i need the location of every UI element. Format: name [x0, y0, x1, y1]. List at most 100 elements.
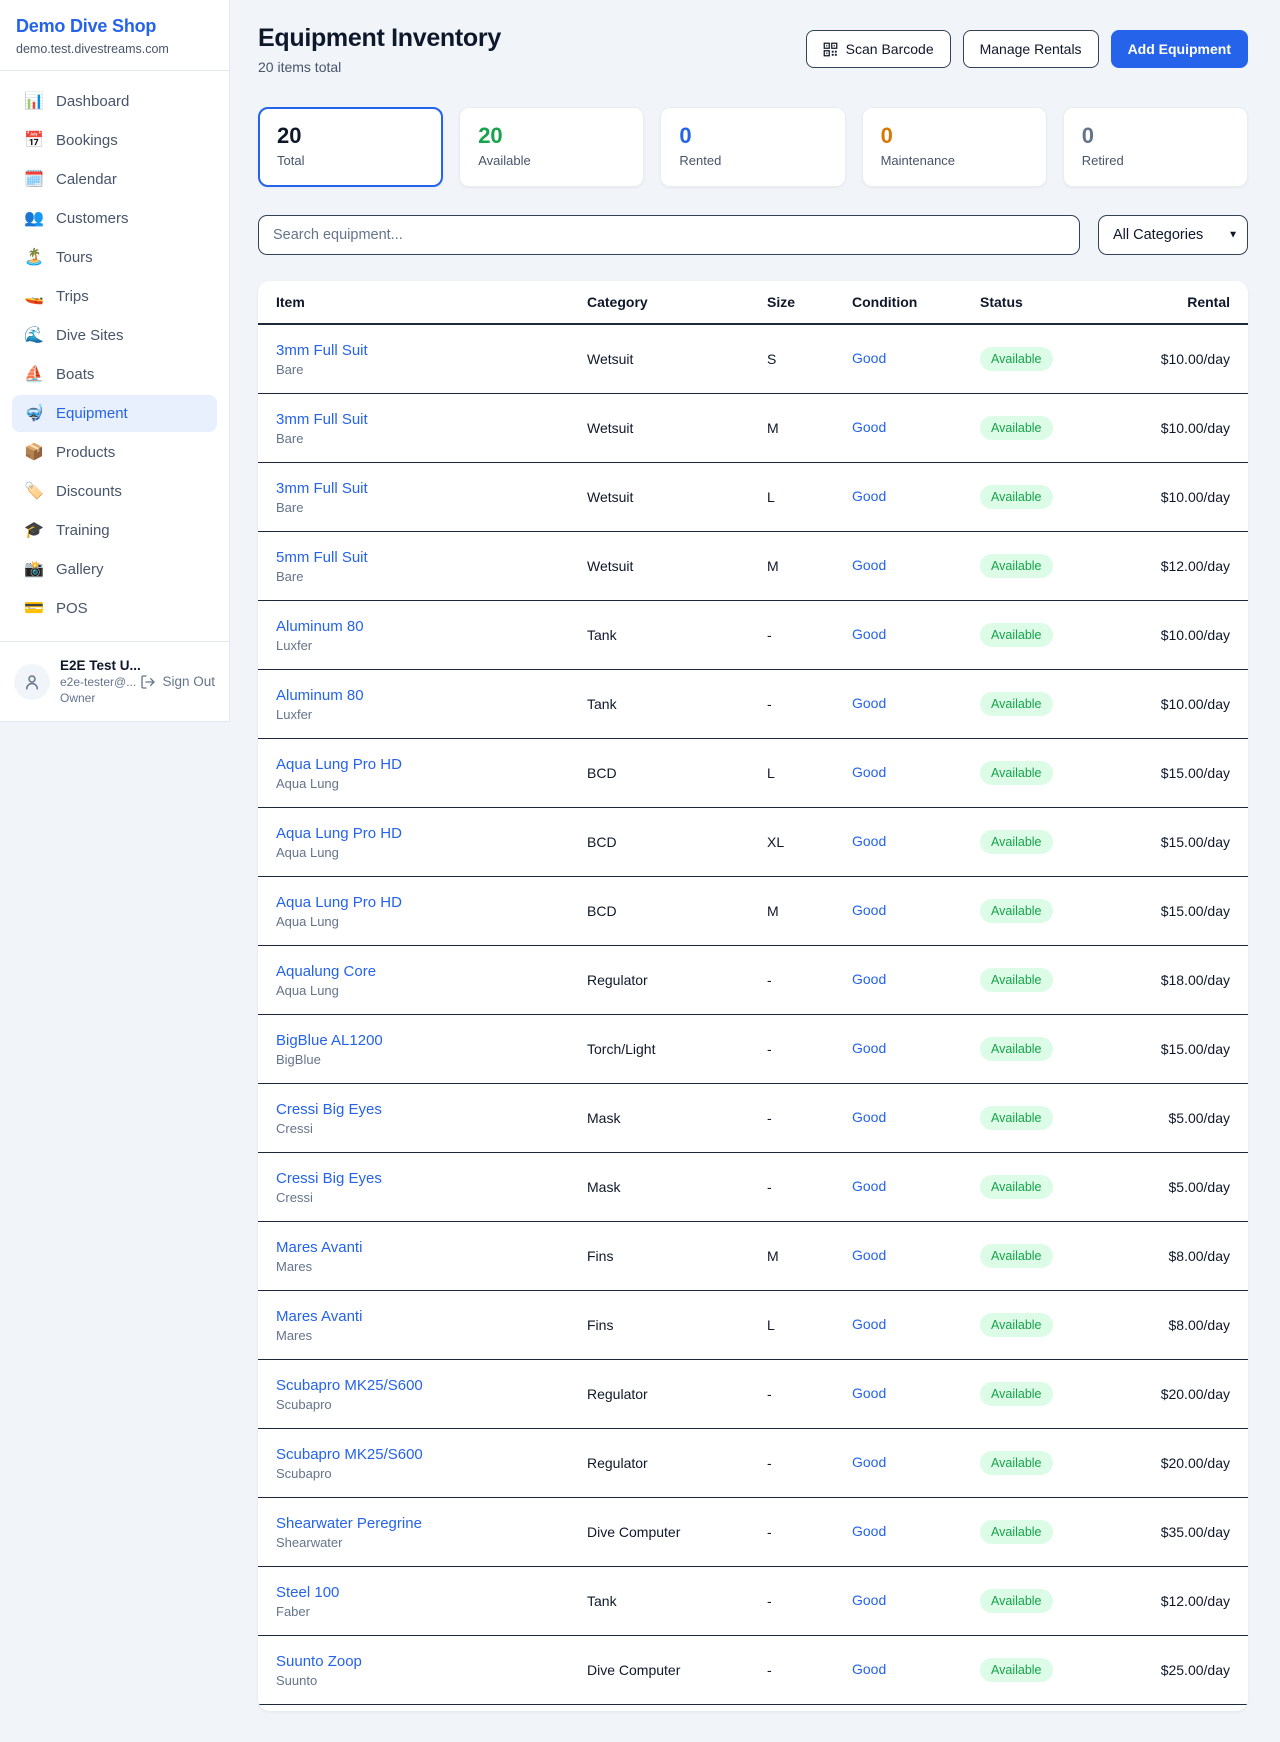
sidebar-item-trips[interactable]: 🚤 Trips	[12, 278, 217, 315]
item-link[interactable]: Steel 100	[276, 1584, 587, 1601]
sidebar-item-bookings[interactable]: 📅 Bookings	[12, 122, 217, 159]
item-link[interactable]: Shearwater Peregrine	[276, 1515, 587, 1532]
add-equipment-button[interactable]: Add Equipment	[1111, 30, 1248, 68]
item-link[interactable]: 3mm Full Suit	[276, 342, 587, 359]
condition-link[interactable]: Good	[852, 695, 886, 711]
item-link[interactable]: Cressi Big Eyes	[276, 1101, 587, 1118]
table-row: BigBlue AL1200 BigBlue Torch/Light - Goo…	[258, 1015, 1248, 1084]
sidebar-item-dashboard[interactable]: 📊 Dashboard	[12, 83, 217, 120]
item-link[interactable]: Aluminum 80	[276, 618, 587, 635]
condition-link[interactable]: Good	[852, 1523, 886, 1539]
condition-link[interactable]: Good	[852, 902, 886, 918]
category-cell: Fins	[587, 1248, 767, 1264]
item-brand: Cressi	[276, 1190, 587, 1205]
status-cell: Available	[980, 1106, 1120, 1130]
search-input[interactable]	[258, 215, 1080, 255]
category-filter[interactable]: All Categories	[1098, 215, 1248, 255]
item-link[interactable]: 3mm Full Suit	[276, 411, 587, 428]
stat-card-rented[interactable]: 0 Rented	[660, 107, 845, 187]
condition-link[interactable]: Good	[852, 419, 886, 435]
sidebar-item-products[interactable]: 📦 Products	[12, 434, 217, 471]
stat-card-retired[interactable]: 0 Retired	[1063, 107, 1248, 187]
stat-card-available[interactable]: 20 Available	[459, 107, 644, 187]
condition-link[interactable]: Good	[852, 764, 886, 780]
condition-link[interactable]: Good	[852, 1592, 886, 1608]
size-cell: -	[767, 972, 852, 988]
item-cell: Scubapro MK25/S600 Scubapro	[276, 1377, 587, 1412]
stat-card-maintenance[interactable]: 0 Maintenance	[862, 107, 1047, 187]
condition-link[interactable]: Good	[852, 626, 886, 642]
sidebar-item-label: Products	[56, 444, 115, 461]
stat-label: Retired	[1082, 153, 1229, 168]
sidebar: Demo Dive Shop demo.test.divestreams.com…	[0, 0, 230, 722]
condition-link[interactable]: Good	[852, 1040, 886, 1056]
scan-barcode-button[interactable]: Scan Barcode	[806, 30, 951, 68]
item-brand: Bare	[276, 431, 587, 446]
condition-link[interactable]: Good	[852, 1661, 886, 1677]
condition-link[interactable]: Good	[852, 1454, 886, 1470]
item-brand: Scubapro	[276, 1466, 587, 1481]
size-cell: -	[767, 696, 852, 712]
item-link[interactable]: 5mm Full Suit	[276, 549, 587, 566]
item-link[interactable]: Scubapro MK25/S600	[276, 1446, 587, 1463]
item-link[interactable]: Aqualung Core	[276, 963, 587, 980]
col-header-status: Status	[980, 294, 1120, 310]
item-link[interactable]: Aqua Lung Pro HD	[276, 894, 587, 911]
sidebar-item-boats[interactable]: ⛵ Boats	[12, 356, 217, 393]
condition-link[interactable]: Good	[852, 1316, 886, 1332]
dashboard-icon: 📊	[24, 94, 44, 110]
condition-cell: Good	[852, 350, 980, 368]
sidebar-item-pos[interactable]: 💳 POS	[12, 590, 217, 627]
condition-link[interactable]: Good	[852, 557, 886, 573]
brand-title[interactable]: Demo Dive Shop	[16, 16, 213, 37]
item-link[interactable]: Scubapro MK25/S600	[276, 1377, 587, 1394]
item-link[interactable]: Aluminum 80	[276, 687, 587, 704]
condition-link[interactable]: Good	[852, 350, 886, 366]
status-cell: Available	[980, 1520, 1120, 1544]
item-link[interactable]: BigBlue AL1200	[276, 1032, 587, 1049]
item-link[interactable]: Cressi Big Eyes	[276, 1170, 587, 1187]
sidebar-item-label: Discounts	[56, 483, 122, 500]
category-cell: Mask	[587, 1179, 767, 1195]
sign-out-button[interactable]: Sign Out	[140, 674, 215, 690]
item-link[interactable]: Aqua Lung Pro HD	[276, 825, 587, 842]
condition-cell: Good	[852, 1316, 980, 1334]
manage-rentals-button[interactable]: Manage Rentals	[963, 30, 1099, 68]
item-link[interactable]: Mares Avanti	[276, 1239, 587, 1256]
condition-link[interactable]: Good	[852, 488, 886, 504]
table-row: Scubapro MK25/S600 Scubapro Regulator - …	[258, 1429, 1248, 1498]
item-link[interactable]: Aqua Lung Pro HD	[276, 756, 587, 773]
sidebar-item-equipment[interactable]: 🤿 Equipment	[12, 395, 217, 432]
item-brand: BigBlue	[276, 1052, 587, 1067]
condition-link[interactable]: Good	[852, 1178, 886, 1194]
condition-link[interactable]: Good	[852, 1109, 886, 1125]
sidebar-item-discounts[interactable]: 🏷️ Discounts	[12, 473, 217, 510]
item-link[interactable]: 3mm Full Suit	[276, 480, 587, 497]
table-row: Suunto Zoop Suunto Dive Computer - Good …	[258, 1636, 1248, 1705]
item-link[interactable]: Mares Avanti	[276, 1308, 587, 1325]
sidebar-item-label: Training	[56, 522, 110, 539]
sidebar-item-calendar[interactable]: 🗓️ Calendar	[12, 161, 217, 198]
condition-link[interactable]: Good	[852, 833, 886, 849]
sidebar-item-training[interactable]: 🎓 Training	[12, 512, 217, 549]
condition-link[interactable]: Good	[852, 1385, 886, 1401]
table-row: Cressi Big Eyes Cressi Mask - Good Avail…	[258, 1084, 1248, 1153]
status-badge: Available	[980, 1589, 1053, 1613]
stat-card-total[interactable]: 20 Total	[258, 107, 443, 187]
category-cell: BCD	[587, 834, 767, 850]
stat-value: 20	[277, 123, 424, 149]
condition-link[interactable]: Good	[852, 971, 886, 987]
status-cell: Available	[980, 1382, 1120, 1406]
size-cell: -	[767, 1110, 852, 1126]
status-cell: Available	[980, 1175, 1120, 1199]
category-cell: Tank	[587, 627, 767, 643]
stats-row: 20 Total 20 Available 0 Rented 0 Mainten…	[258, 107, 1248, 187]
condition-cell: Good	[852, 488, 980, 506]
sidebar-item-gallery[interactable]: 📸 Gallery	[12, 551, 217, 588]
condition-link[interactable]: Good	[852, 1247, 886, 1263]
sidebar-item-label: Trips	[56, 288, 89, 305]
sidebar-item-dive-sites[interactable]: 🌊 Dive Sites	[12, 317, 217, 354]
item-link[interactable]: Suunto Zoop	[276, 1653, 587, 1670]
sidebar-item-customers[interactable]: 👥 Customers	[12, 200, 217, 237]
sidebar-item-tours[interactable]: 🏝️ Tours	[12, 239, 217, 276]
